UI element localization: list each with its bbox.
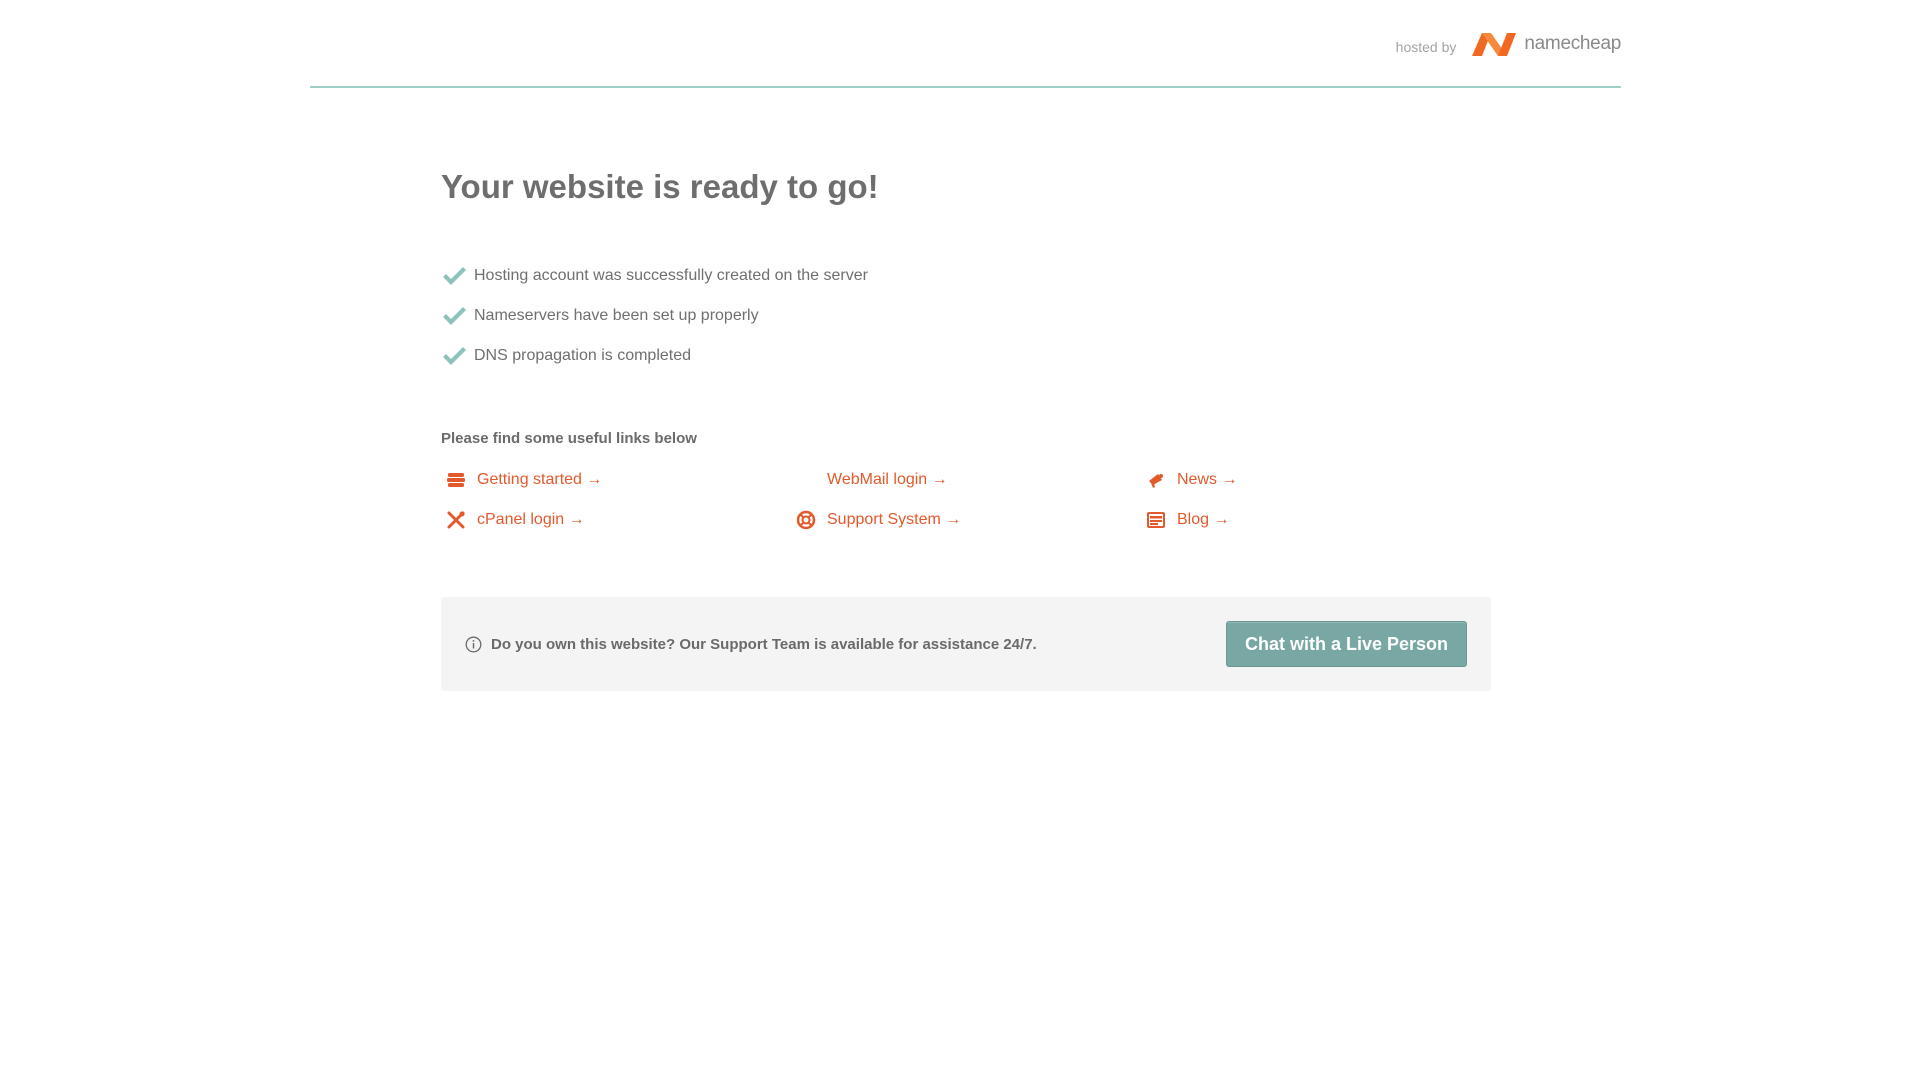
namecheap-logo[interactable]: namecheap [1470,30,1621,58]
tools-icon [445,509,467,531]
check-item: Hosting account was successfully created… [441,256,868,296]
namecheap-logo-icon [1472,33,1517,56]
webmail-login-link[interactable]: WebMail login → [795,460,948,500]
hosted-by-block: hosted by namecheap [1396,30,1621,58]
check-item: Nameservers have been set up properly [441,296,868,336]
support-message: Do you own this website? Our Support Tea… [465,597,1037,691]
blog-link[interactable]: Blog → [1145,500,1229,540]
useful-links: Getting started → cPanel login → WebMail… [441,460,1491,550]
chat-live-person-button[interactable]: Chat with a Live Person [1226,621,1467,667]
check-item: DNS propagation is completed [441,336,868,376]
check-item-label: DNS propagation is completed [474,347,692,364]
status-checklist: Hosting account was successfully created… [441,256,868,376]
megaphone-icon [1145,469,1167,491]
hosted-by-label: hosted by [1395,39,1457,55]
stack-icon [445,469,467,491]
check-item-label: Nameservers have been set up properly [474,307,759,324]
blog-icon [1145,509,1167,531]
checkmark-icon [443,347,466,365]
cpanel-login-label: cPanel login → [477,511,585,528]
checkmark-icon [443,307,466,325]
getting-started-label: Getting started → [477,471,603,488]
support-system-label: Support System → [827,511,962,528]
news-label: News → [1177,471,1238,488]
support-system-link[interactable]: Support System → [795,500,961,540]
check-item-label: Hosting account was successfully created… [474,267,868,284]
getting-started-link[interactable]: Getting started → [445,460,602,500]
checkmark-icon [443,267,466,285]
lifebuoy-icon [795,509,817,531]
namecheap-wordmark: namecheap [1524,33,1621,54]
page-title: Your website is ready to go! [441,168,879,205]
news-link[interactable]: News → [1145,460,1237,500]
cpanel-login-link[interactable]: cPanel login → [445,500,585,540]
blog-label: Blog → [1177,511,1230,528]
webmail-login-label: WebMail login → [827,471,948,488]
page-header: hosted by namecheap [310,0,1621,88]
info-icon [465,636,482,652]
useful-links-heading: Please find some useful links below [441,430,697,447]
mail-icon [795,469,817,491]
support-message-text: Do you own this website? Our Support Tea… [491,635,1037,653]
support-panel: Do you own this website? Our Support Tea… [441,597,1491,691]
